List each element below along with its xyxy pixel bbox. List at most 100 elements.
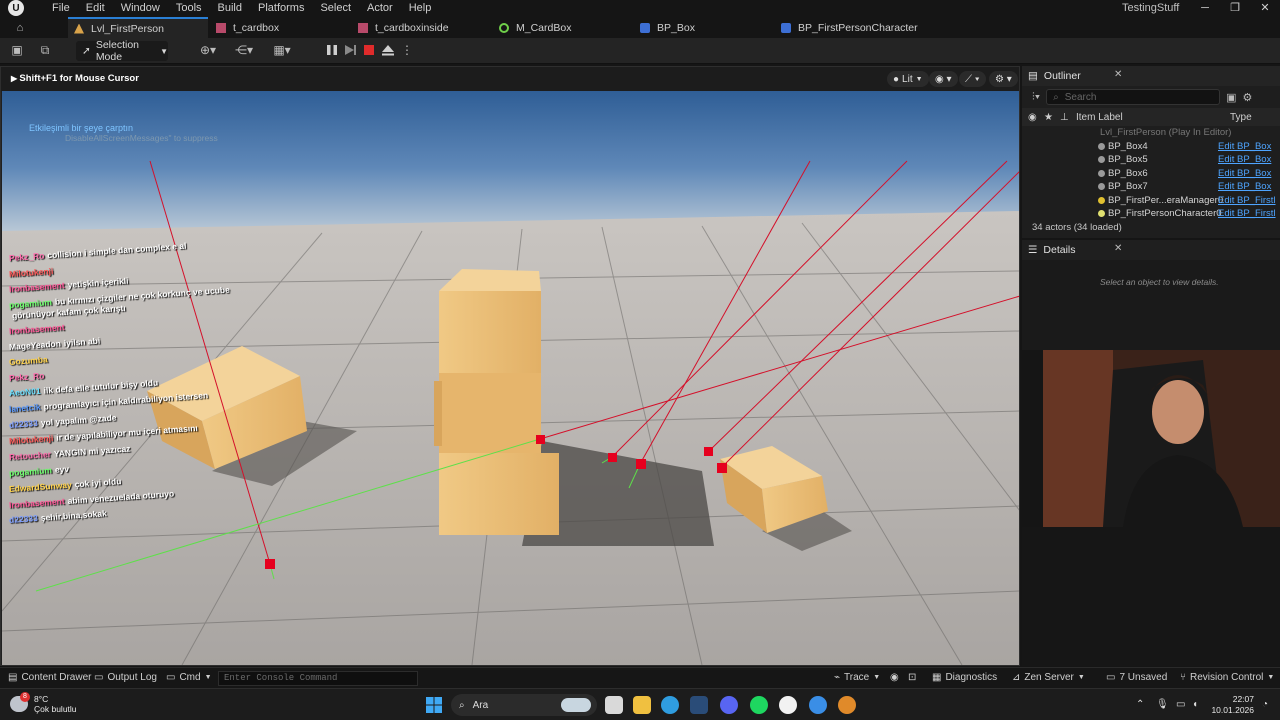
outliner-row[interactable]: BP_FirstPersonCharacter0 Edit BP_Firstl	[1022, 207, 1280, 221]
chat-text: eyv	[54, 463, 70, 475]
type-column[interactable]: Type	[1230, 112, 1252, 123]
menu-tools[interactable]: Tools	[168, 0, 210, 16]
tab-m-cardbox[interactable]: M_CardBox	[493, 17, 577, 38]
tab-lvl-firstperson[interactable]: Lvl_FirstPerson	[68, 17, 208, 38]
more-options-icon[interactable]: ⋮	[400, 43, 414, 57]
pause-button[interactable]	[325, 43, 339, 57]
gear-icon[interactable]: ⚙	[1243, 91, 1253, 104]
view-mode-label: Lit	[902, 73, 913, 85]
volume-icon[interactable]: ◖	[1192, 699, 1198, 710]
tray-chevron-icon[interactable]: ⌃	[1136, 699, 1144, 710]
unreal-engine-icon[interactable]	[779, 696, 797, 714]
add-actor-icon[interactable]: ⊕▾	[196, 43, 220, 57]
trace-dropdown[interactable]: ⌁ Trace ▼	[834, 672, 880, 683]
menu-file[interactable]: File	[44, 0, 78, 16]
tab-t-cardboxinside[interactable]: t_cardboxinside	[352, 17, 455, 38]
chevron-down-icon: ▼	[1267, 674, 1275, 681]
pin-icon[interactable]: ⊥	[1060, 112, 1069, 123]
snapping-button[interactable]: ⟋ ▾	[959, 71, 986, 87]
weather-widget[interactable]: 8 8°C Çok bulutlu	[10, 692, 77, 714]
discord-icon[interactable]	[720, 696, 738, 714]
tab-label: t_cardbox	[233, 21, 280, 34]
cardboard-box[interactable]	[434, 269, 559, 535]
selection-mode-label: Selection Mode	[95, 39, 140, 63]
menu-select[interactable]: Select	[312, 0, 359, 16]
stop-button[interactable]	[362, 43, 376, 57]
outliner-row[interactable]: BP_Box5 Edit BP_Box	[1022, 153, 1280, 167]
maximize-icon[interactable]: ❐	[1220, 0, 1250, 16]
unreal-logo-icon[interactable]: U	[8, 0, 24, 16]
menu-actor[interactable]: Actor	[359, 0, 401, 16]
weather-condition: Çok bulutlu	[34, 704, 77, 714]
item-label-column[interactable]: Item Label	[1076, 112, 1123, 123]
tab-t-cardbox[interactable]: t_cardbox	[210, 17, 285, 38]
edit-blueprint-link[interactable]: Edit BP_Box	[1218, 168, 1271, 179]
edit-blueprint-link[interactable]: Edit BP_Box	[1218, 154, 1271, 165]
menu-window[interactable]: Window	[113, 0, 168, 16]
close-icon[interactable]: ✕	[1250, 0, 1280, 16]
microphone-icon[interactable]: 🎙	[1156, 699, 1169, 710]
steam-icon[interactable]	[690, 696, 708, 714]
level-viewport[interactable]: ▶ Shift+F1 for Mouse Cursor ● Lit ▼ ◉ ▾ …	[0, 66, 1020, 666]
view-mode-button[interactable]: ● Lit ▼	[887, 71, 929, 87]
content-browser-icon[interactable]: ⧉	[38, 43, 52, 57]
notification-bell-icon[interactable]: ◔	[1262, 699, 1268, 710]
outliner-row[interactable]: BP_Box4 Edit BP_Box	[1022, 140, 1280, 154]
tab-bp-firstpersoncharacter[interactable]: BP_FirstPersonCharacter	[775, 17, 924, 38]
blueprints-icon[interactable]: ⋲▾	[232, 43, 256, 57]
outliner-tab[interactable]: ▤ Outliner ✕	[1022, 66, 1280, 86]
save-icon[interactable]: ▣	[10, 43, 24, 57]
details-tab[interactable]: ☰ Details ✕	[1022, 240, 1280, 260]
resume-button[interactable]	[343, 43, 357, 57]
home-icon[interactable]: ⌂	[0, 17, 40, 38]
close-icon[interactable]: ✕	[1114, 69, 1122, 80]
edge-icon[interactable]	[661, 696, 679, 714]
taskbar-search[interactable]: ⌕ Ara	[451, 694, 597, 716]
outliner-row[interactable]: BP_Box7 Edit BP_Box	[1022, 180, 1280, 194]
revision-control-dropdown[interactable]: ⑂ Revision Control ▼	[1180, 672, 1274, 683]
windows-start-icon[interactable]	[425, 696, 443, 714]
output-log-button[interactable]: ▭ Output Log	[94, 672, 157, 683]
close-icon[interactable]: ✕	[1114, 243, 1122, 254]
edit-blueprint-link[interactable]: Edit BP_Box	[1218, 181, 1271, 192]
outliner-row[interactable]: BP_FirstPer...eraManager0 Edit BP_Firstl	[1022, 194, 1280, 208]
outliner-search-input[interactable]: ⌕ Search	[1046, 89, 1221, 105]
windows-taskbar: 8 8°C Çok bulutlu ⌕ Ara ⌃ 🎙 ▭ ◖ 22:07 10…	[0, 688, 1280, 720]
visibility-eye-icon[interactable]: ◉	[1028, 112, 1037, 123]
menu-platforms[interactable]: Platforms	[250, 0, 312, 16]
edit-blueprint-link[interactable]: Edit BP_Firstl	[1218, 208, 1276, 219]
camera-icon[interactable]: ⊡	[908, 672, 916, 683]
file-explorer-icon[interactable]	[633, 696, 651, 714]
task-view-icon[interactable]	[605, 696, 623, 714]
viewport-settings-button[interactable]: ⚙ ▾	[989, 71, 1018, 87]
menu-build[interactable]: Build	[210, 0, 250, 16]
zen-server-dropdown[interactable]: ⊿ Zen Server ▼	[1012, 672, 1085, 683]
folder-add-icon[interactable]: ▣	[1226, 91, 1236, 104]
record-icon[interactable]: ◉	[890, 672, 899, 683]
system-clock[interactable]: 22:07 10.01.2026	[1210, 694, 1254, 716]
cmd-dropdown[interactable]: ▭ Cmd ▼	[166, 672, 212, 683]
cinematics-icon[interactable]: ▦▾	[270, 43, 294, 57]
selection-mode-dropdown[interactable]: ➚ Selection Mode ▼	[76, 39, 168, 63]
obs-icon[interactable]	[838, 696, 856, 714]
star-icon[interactable]: ★	[1044, 112, 1053, 123]
diagnostics-button[interactable]: ▦ Diagnostics	[932, 672, 997, 683]
edit-blueprint-link[interactable]: Edit BP_Firstl	[1218, 195, 1276, 206]
spotify-icon[interactable]	[750, 696, 768, 714]
unsaved-button[interactable]: ▭ 7 Unsaved	[1106, 672, 1167, 683]
outliner-level-row[interactable]: Lvl_FirstPerson (Play In Editor)	[1022, 126, 1280, 140]
menu-edit[interactable]: Edit	[78, 0, 113, 16]
minimize-icon[interactable]: ─	[1190, 0, 1220, 16]
chat-username: d22333	[8, 418, 39, 430]
network-icon[interactable]: ▭	[1176, 699, 1185, 710]
app-icon[interactable]	[809, 696, 827, 714]
edit-blueprint-link[interactable]: Edit BP_Box	[1218, 141, 1271, 152]
tab-bp-box[interactable]: BP_Box	[634, 17, 701, 38]
show-flags-button[interactable]: ◉ ▾	[929, 71, 958, 87]
outliner-row[interactable]: BP_Box6 Edit BP_Box	[1022, 167, 1280, 181]
filter-icon[interactable]: ⫶▾	[1032, 91, 1040, 104]
content-drawer-button[interactable]: ▤ Content Drawer	[8, 672, 91, 683]
menu-help[interactable]: Help	[401, 0, 440, 16]
eject-button[interactable]	[381, 43, 395, 57]
console-command-input[interactable]: Enter Console Command	[218, 671, 418, 686]
